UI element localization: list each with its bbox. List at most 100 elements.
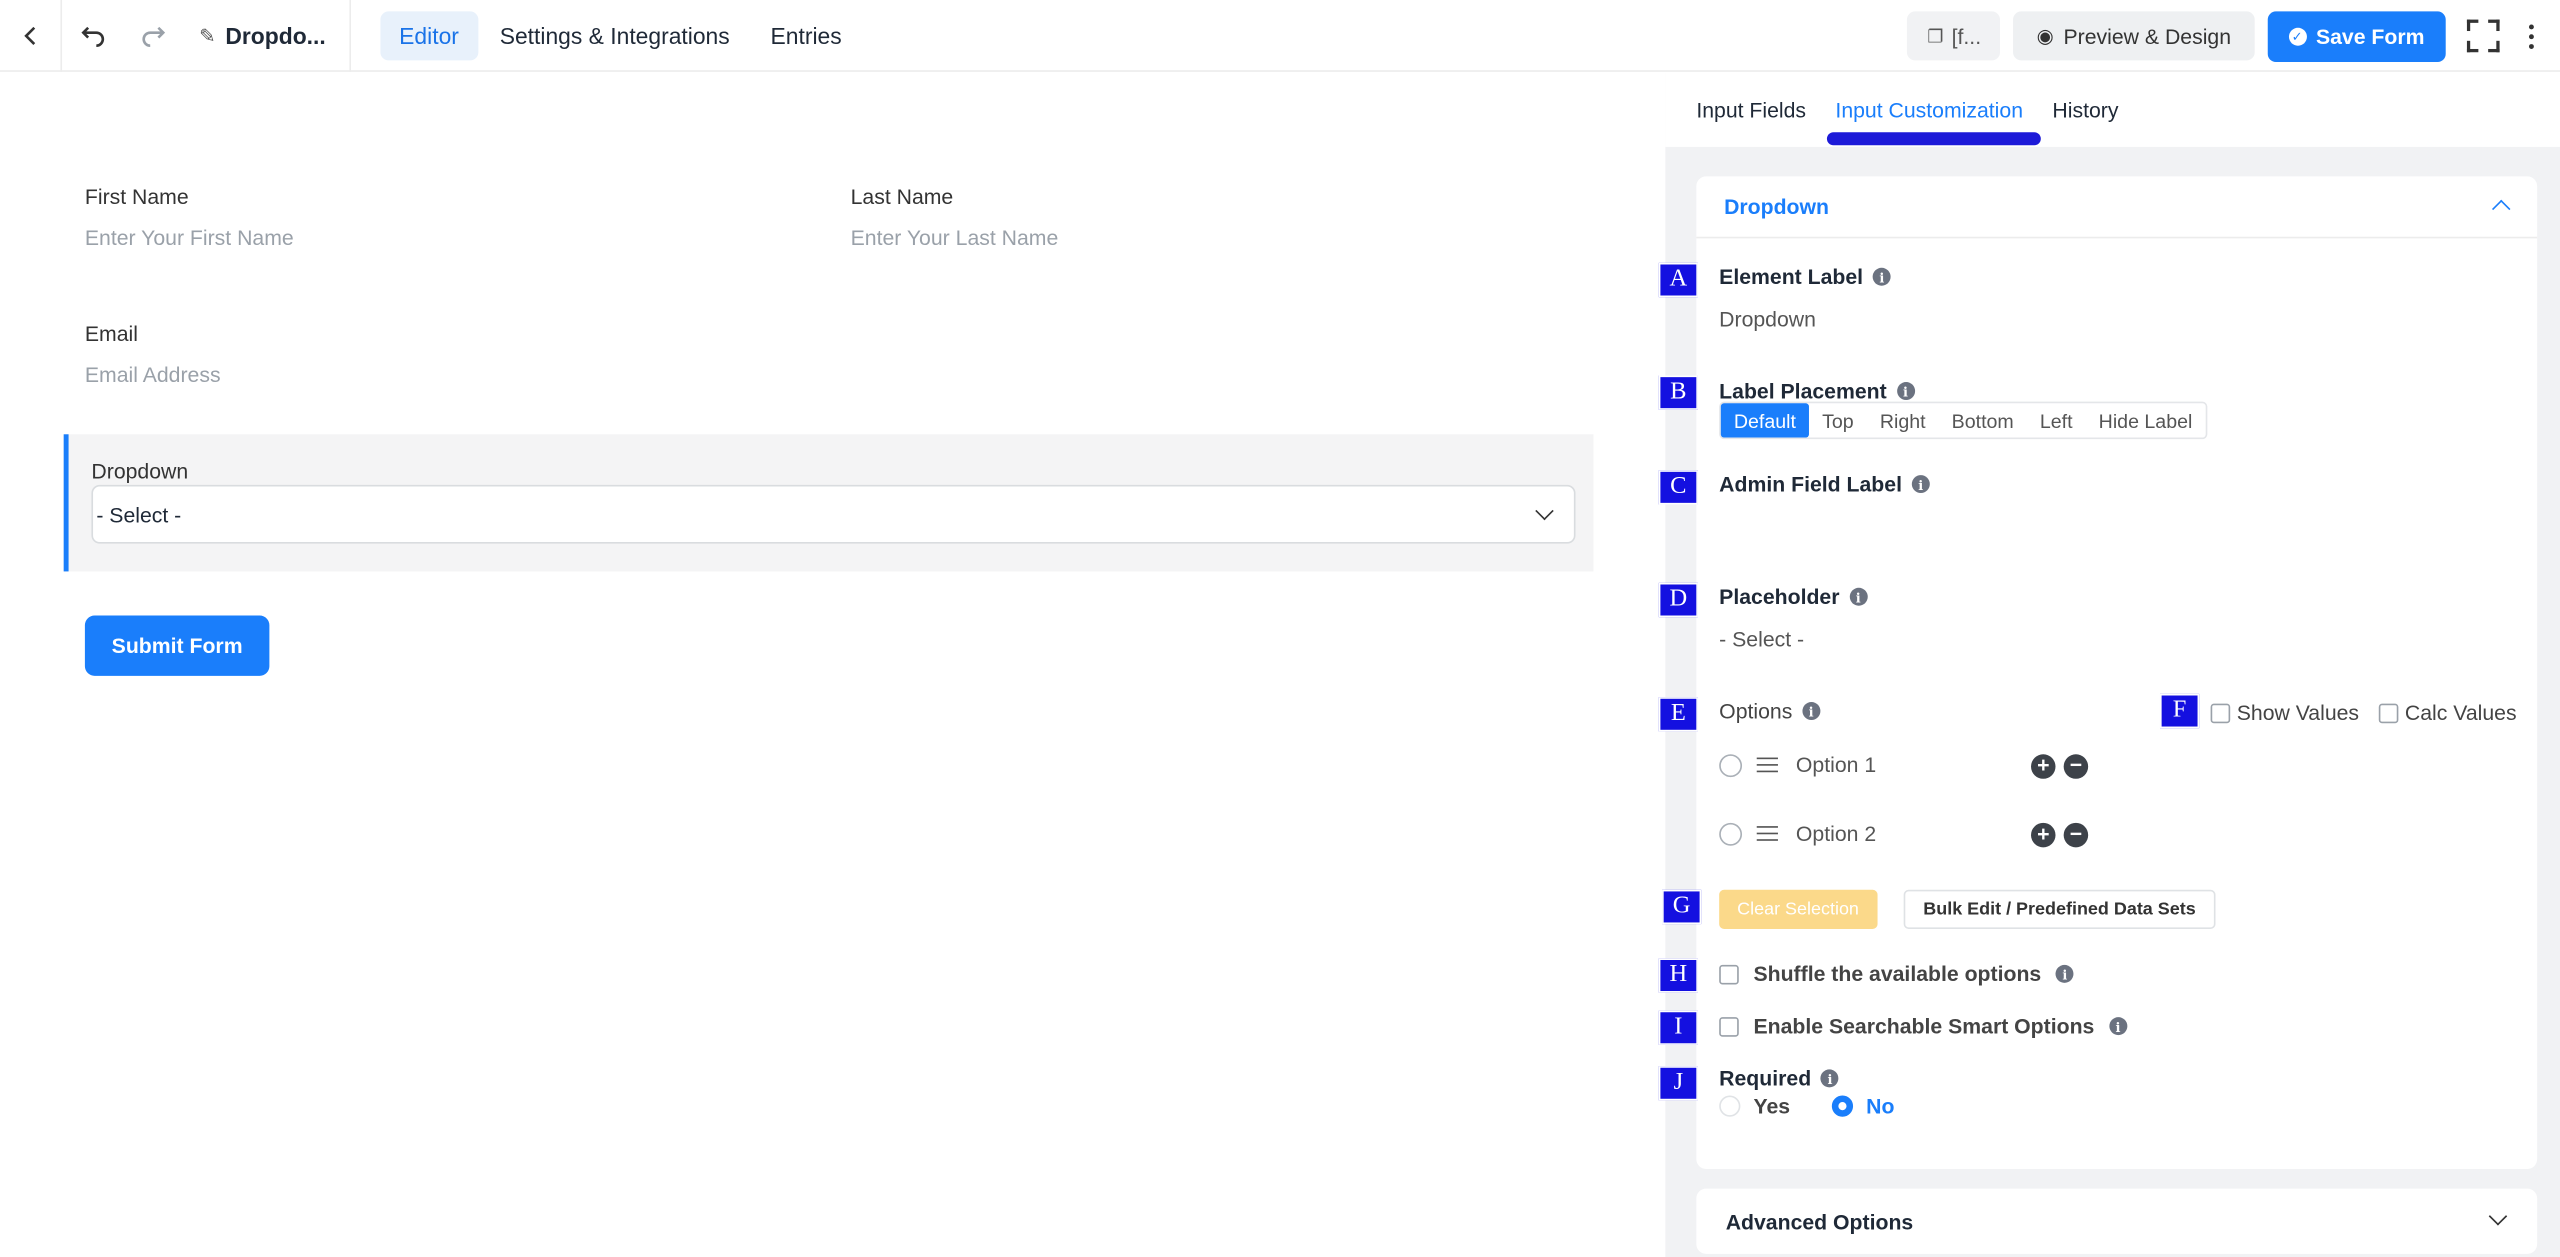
chevron-up-icon[interactable]: [2491, 199, 2511, 219]
shuffle-options-toggle[interactable]: Shuffle the available options i: [1719, 962, 2074, 986]
topbar-actions: ❐ [f... ◉ Preview & Design ✓ Save Form: [1907, 0, 2560, 72]
section-header[interactable]: Dropdown: [1696, 176, 2538, 239]
annotation-badge-e: E: [1658, 697, 1698, 732]
admin-field-label-title: Admin Field Label i: [1719, 472, 1930, 496]
preview-design-button[interactable]: ◉ Preview & Design: [2013, 11, 2254, 61]
placement-default[interactable]: Default: [1720, 403, 1810, 438]
clear-selection-button[interactable]: Clear Selection: [1719, 889, 1877, 929]
fullscreen-icon[interactable]: [2465, 18, 2501, 54]
options-title-text: Options: [1719, 698, 1793, 724]
options-title: Options i: [1719, 698, 1821, 724]
undo-icon[interactable]: [62, 0, 122, 71]
calc-values-label: Calc Values: [2404, 700, 2517, 725]
placement-top[interactable]: Top: [1809, 403, 1867, 437]
annotation-badge-c: C: [1658, 470, 1698, 505]
check-circle-icon: ✓: [2288, 26, 2307, 45]
redo-icon[interactable]: [122, 0, 182, 71]
required-title: Required i: [1719, 1066, 1839, 1091]
submit-form-button[interactable]: Submit Form: [84, 615, 270, 676]
form-name[interactable]: ✎ Dropdo...: [183, 0, 351, 72]
info-icon[interactable]: i: [1911, 475, 1930, 494]
annotation-badge-h: H: [1658, 958, 1698, 993]
option-row: Option 1: [1719, 753, 1876, 777]
first-name-label: First Name: [84, 184, 189, 209]
nav-settings-integrations[interactable]: Settings & Integrations: [480, 11, 749, 60]
admin-field-label-title-text: Admin Field Label: [1719, 471, 1902, 497]
info-icon[interactable]: i: [1872, 267, 1891, 286]
searchable-options-toggle[interactable]: Enable Searchable Smart Options i: [1719, 1013, 2128, 1039]
info-icon[interactable]: i: [1802, 702, 1821, 720]
info-icon[interactable]: i: [1896, 382, 1915, 400]
info-icon[interactable]: i: [1849, 587, 1868, 606]
required-yes-option[interactable]: Yes: [1719, 1094, 1790, 1118]
option-default-radio[interactable]: [1719, 822, 1743, 845]
advanced-options-header[interactable]: Advanced Options: [1696, 1188, 2538, 1254]
more-menu-icon[interactable]: [2521, 23, 2541, 49]
annotation-badge-i: I: [1658, 1010, 1698, 1045]
required-no-radio[interactable]: [1831, 1095, 1854, 1117]
searchable-checkbox[interactable]: [1719, 1016, 1739, 1036]
email-label: Email: [84, 321, 138, 347]
nav-editor[interactable]: Editor: [379, 10, 479, 60]
form-canvas: First Name Enter Your First Name Last Na…: [0, 73, 1666, 1257]
preview-label: Preview & Design: [2063, 23, 2232, 49]
shuffle-checkbox[interactable]: [1719, 964, 1739, 984]
searchable-label: Enable Searchable Smart Options: [1753, 1013, 2095, 1039]
add-option-icon[interactable]: +: [2031, 822, 2056, 848]
panel-tabs: Input Fields Input Customization History: [1665, 73, 2560, 147]
last-name-input[interactable]: Enter Your Last Name: [851, 225, 1059, 249]
placeholder-title-text: Placeholder: [1719, 584, 1840, 609]
tab-input-customization-label: Input Customization: [1835, 97, 2024, 123]
annotation-badge-a: A: [1658, 262, 1698, 298]
required-title-text: Required: [1719, 1066, 1812, 1091]
required-no-option[interactable]: No: [1831, 1094, 1894, 1118]
option-label-input[interactable]: Option 2: [1796, 821, 1876, 845]
shuffle-label: Shuffle the available options: [1753, 961, 2042, 987]
element-label-input[interactable]: Dropdown: [1719, 307, 1816, 331]
form-name-text: Dropdo...: [225, 22, 326, 49]
show-values-toggle[interactable]: Show Values: [2210, 700, 2359, 725]
bulk-edit-button[interactable]: Bulk Edit / Predefined Data Sets: [1903, 889, 2216, 929]
eye-icon: ◉: [2036, 24, 2054, 48]
drag-handle-icon[interactable]: [1756, 756, 1778, 774]
main-nav: Editor Settings & Integrations Entries: [379, 10, 863, 60]
admin-field-label-input[interactable]: [1719, 501, 2503, 550]
email-input[interactable]: Email Address: [85, 362, 221, 386]
annotation-badge-b: B: [1658, 375, 1698, 410]
option-default-radio[interactable]: [1719, 753, 1743, 777]
add-option-icon[interactable]: +: [2031, 753, 2056, 779]
remove-option-icon[interactable]: −: [2063, 822, 2089, 848]
calc-values-checkbox[interactable]: [2378, 702, 2399, 723]
save-form-button[interactable]: ✓ Save Form: [2266, 10, 2446, 62]
nav-entries[interactable]: Entries: [751, 11, 861, 60]
info-icon[interactable]: i: [2109, 1017, 2128, 1036]
label-placement-segmented: Default Top Right Bottom Left Hide Label: [1719, 401, 2208, 440]
drag-handle-icon[interactable]: [1756, 825, 1778, 842]
label-placement-title-text: Label Placement: [1719, 378, 1887, 404]
info-icon[interactable]: i: [2055, 964, 2074, 983]
remove-option-icon[interactable]: −: [2063, 753, 2089, 779]
shortcode-button[interactable]: ❐ [f...: [1907, 11, 2001, 61]
placement-left[interactable]: Left: [2027, 403, 2086, 437]
calc-values-toggle[interactable]: Calc Values: [2378, 700, 2517, 725]
first-name-input[interactable]: Enter Your First Name: [85, 225, 294, 249]
placeholder-input[interactable]: - Select -: [1719, 627, 1804, 651]
info-icon[interactable]: i: [1820, 1069, 1839, 1088]
advanced-options-title: Advanced Options: [1725, 1208, 1914, 1234]
dropdown-field-block[interactable]: Dropdown - Select -: [63, 434, 1594, 572]
placement-hide-label[interactable]: Hide Label: [2086, 403, 2206, 437]
dropdown-label: Dropdown: [91, 458, 189, 484]
required-yes-radio[interactable]: [1719, 1095, 1741, 1117]
placement-bottom[interactable]: Bottom: [1939, 403, 2027, 437]
annotation-badge-j: J: [1658, 1066, 1698, 1101]
tab-input-customization[interactable]: Input Customization: [1821, 73, 2041, 146]
annotation-badge-f: F: [2159, 693, 2200, 729]
annotation-badge-g: G: [1662, 889, 1702, 925]
option-label-input[interactable]: Option 1: [1796, 753, 1876, 777]
dropdown-select[interactable]: - Select -: [91, 484, 1576, 544]
show-values-checkbox[interactable]: [2210, 702, 2231, 723]
back-icon[interactable]: [0, 0, 60, 71]
tab-history[interactable]: History: [2038, 73, 2133, 146]
placement-right[interactable]: Right: [1867, 403, 1939, 437]
tab-input-fields[interactable]: Input Fields: [1682, 73, 1821, 146]
